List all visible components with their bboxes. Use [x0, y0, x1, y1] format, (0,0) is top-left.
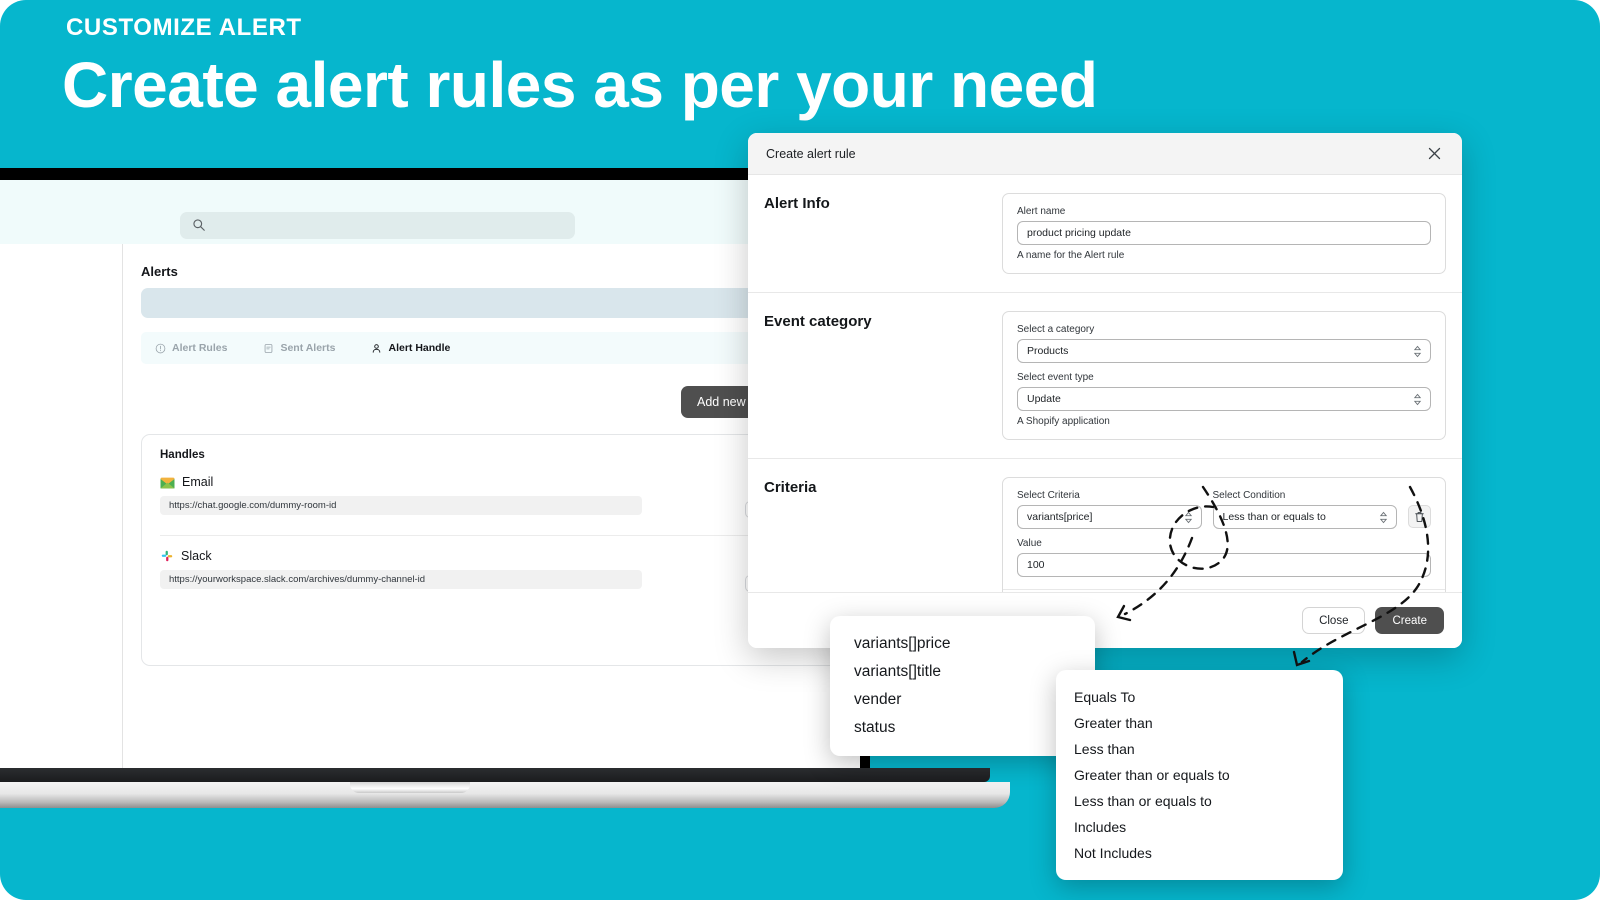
section-event-category: Event category Select a category Product…: [748, 293, 1462, 459]
person-icon: [373, 343, 381, 353]
event-type-selected-value: Update: [1027, 393, 1061, 405]
criteria-option[interactable]: variants[]price: [830, 630, 1095, 658]
app-topbar: ify: [0, 180, 860, 216]
value-input[interactable]: 100: [1017, 553, 1431, 577]
handle-name: Slack: [181, 549, 212, 563]
handle-header: Email: [160, 475, 822, 489]
modal-header: Create alert rule: [748, 133, 1462, 175]
laptop-notch: [350, 782, 470, 793]
value-label: Value: [1017, 538, 1042, 549]
condition-option[interactable]: Less than or equals to: [1056, 788, 1343, 814]
condition-options-popover[interactable]: Equals To Greater than Less than Greater…: [1056, 670, 1343, 880]
email-icon: [160, 476, 175, 489]
app-viewport: ify: [0, 180, 860, 770]
laptop-base-deck: [0, 782, 1010, 808]
promo-title: Create alert rules as per your need: [62, 49, 1098, 121]
alert-circle-icon: [155, 343, 166, 353]
create-button[interactable]: Create: [1375, 607, 1444, 634]
event-category-card: Select a category Products Select event …: [1002, 311, 1446, 440]
app-sidebar: ffice 9 API nt info: [0, 244, 123, 770]
chevron-updown-icon: [1379, 511, 1388, 523]
close-button[interactable]: Close: [1302, 607, 1366, 634]
section-alert-info: Alert Info Alert name product pricing up…: [748, 175, 1462, 293]
select-condition-label: Select Condition: [1212, 490, 1286, 501]
condition-option[interactable]: Includes: [1056, 814, 1343, 840]
event-type-label: Select event type: [1017, 372, 1094, 383]
category-label: Select a category: [1017, 324, 1095, 335]
create-alert-rule-modal: Create alert rule Alert Info Alert name …: [748, 133, 1462, 648]
laptop-screen-bezel: ify: [0, 168, 870, 786]
handle-url-value: https://chat.google.com/dummy-room-id: [160, 496, 642, 515]
section-heading: Event category: [764, 313, 872, 330]
delete-criteria-button[interactable]: [1408, 505, 1431, 528]
trash-icon: [1415, 511, 1424, 522]
condition-option[interactable]: Greater than or equals to: [1056, 762, 1343, 788]
alert-name-label: Alert name: [1017, 206, 1066, 217]
condition-option[interactable]: Less than: [1056, 736, 1343, 762]
select-criteria-dropdown[interactable]: variants[price]: [1017, 505, 1202, 529]
handles-divider: [160, 535, 822, 536]
handle-name: Email: [182, 475, 214, 489]
global-search-input[interactable]: [180, 212, 575, 239]
promo-canvas: CUSTOMIZE ALERT Create alert rules as pe…: [0, 0, 1600, 900]
handles-card-title: Handles: [160, 449, 205, 461]
select-condition-dropdown[interactable]: Less than or equals to: [1212, 505, 1397, 529]
handles-card: Handles Email https://chat.google.com/du…: [141, 434, 841, 666]
chevron-updown-icon: [1184, 511, 1192, 523]
alert-name-help: A name for the Alert rule: [1017, 250, 1125, 261]
event-type-select[interactable]: Update: [1017, 387, 1431, 411]
alerts-banner-placeholder: [141, 288, 841, 318]
arrowhead-condition: [1292, 650, 1311, 667]
tab-alert-rules[interactable]: Alert Rules: [155, 342, 227, 354]
laptop-mockup: ify: [0, 168, 1010, 808]
condition-option[interactable]: Equals To: [1056, 684, 1343, 710]
criteria-selected-value: variants[price]: [1027, 511, 1093, 523]
close-icon[interactable]: [1424, 144, 1444, 164]
alert-info-card: Alert name product pricing update A name…: [1002, 193, 1446, 274]
alert-name-input[interactable]: product pricing update: [1017, 221, 1431, 245]
laptop-hinge: [0, 768, 990, 782]
condition-selected-value: Less than or equals to: [1222, 511, 1326, 523]
tab-sent-alerts[interactable]: Sent Alerts: [263, 342, 335, 354]
section-heading: Alert Info: [764, 195, 830, 212]
criteria-row: Select Criteria variants[price] Select C…: [1017, 490, 1431, 529]
page-title: Alerts: [141, 264, 178, 279]
condition-field-col: Select Condition Less than or equals to: [1212, 490, 1397, 529]
category-selected-value: Products: [1027, 345, 1069, 357]
criteria-field-col: Select Criteria variants[price]: [1017, 490, 1202, 529]
select-criteria-label: Select Criteria: [1017, 490, 1080, 501]
handle-url-value: https://yourworkspace.slack.com/archives…: [160, 570, 642, 589]
document-icon: [265, 343, 273, 353]
tab-label: Sent Alerts: [280, 342, 336, 354]
search-icon: [193, 219, 205, 231]
modal-title: Create alert rule: [766, 146, 856, 161]
criteria-divider: [1003, 589, 1445, 590]
slack-icon: [160, 549, 174, 563]
condition-option[interactable]: Greater than: [1056, 710, 1343, 736]
handle-header: Slack: [160, 549, 822, 563]
alerts-tab-bar: Alert Rules Sent Alerts Alert Handle: [141, 332, 841, 364]
chevron-updown-icon: [1413, 393, 1422, 405]
tab-alert-handle[interactable]: Alert Handle: [371, 342, 450, 354]
handle-row-slack: Slack https://yourworkspace.slack.com/ar…: [160, 549, 822, 592]
app-body: ffice 9 API nt info Alerts: [0, 244, 860, 770]
chevron-updown-icon: [1413, 345, 1422, 357]
category-select[interactable]: Products: [1017, 339, 1431, 363]
handle-row-email: Email https://chat.google.com/dummy-room…: [160, 475, 822, 518]
promo-eyebrow: CUSTOMIZE ALERT: [66, 14, 302, 41]
tab-label: Alert Rules: [172, 342, 228, 354]
event-category-help: A Shopify application: [1017, 416, 1110, 427]
condition-option[interactable]: Not Includes: [1056, 840, 1343, 866]
tab-label: Alert Handle: [388, 342, 451, 354]
